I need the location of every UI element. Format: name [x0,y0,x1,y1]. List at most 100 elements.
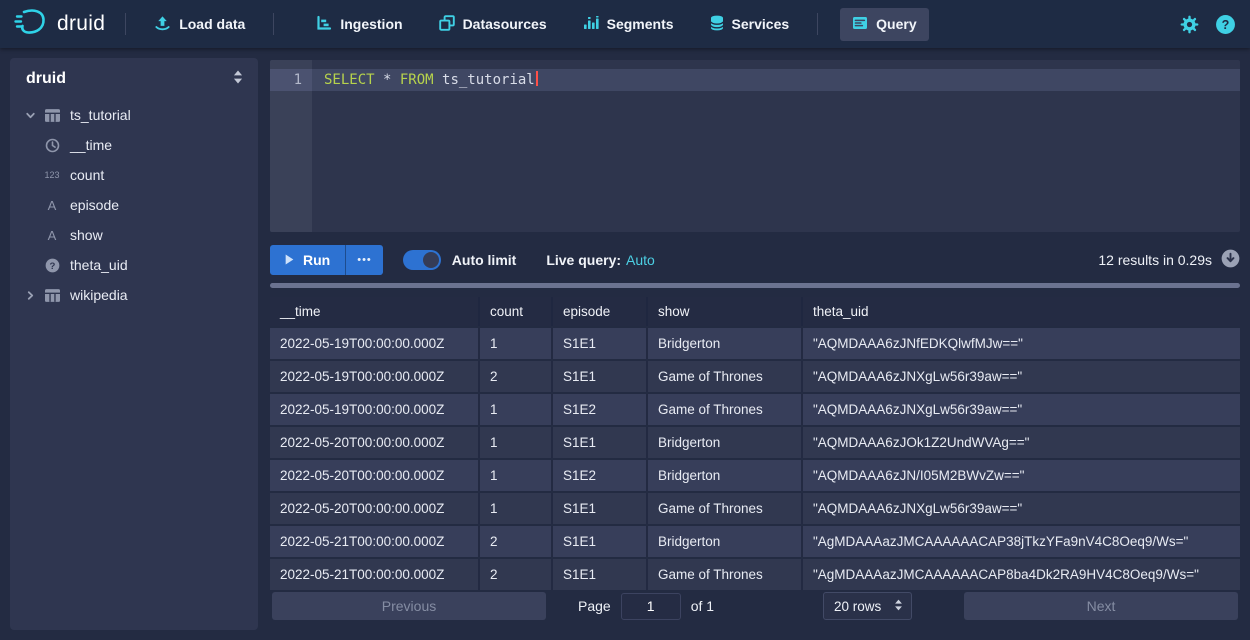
help-icon[interactable]: ? [1215,14,1236,35]
table-cell[interactable]: 1 [480,460,553,491]
table-cell[interactable]: S1E1 [553,559,648,590]
table-cell[interactable]: 2022-05-19T00:00:00.000Z [270,328,480,359]
tree-label: wikipedia [70,287,128,303]
table-cell[interactable]: 2022-05-19T00:00:00.000Z [270,394,480,425]
page-total-label: of 1 [691,598,714,614]
table-cell[interactable]: 2 [480,559,553,590]
table-row: 2022-05-21T00:00:00.000Z2S1E1Game of Thr… [270,559,1240,590]
results-summary: 12 results in 0.29s [1098,249,1240,271]
download-icon[interactable] [1221,249,1240,271]
auto-limit-toggle[interactable] [403,250,441,270]
table-body: 2022-05-19T00:00:00.000Z1S1E1Bridgerton"… [270,328,1240,590]
table-cell[interactable]: "AgMDAAAazJMCAAAAAACAP38jTkzYFa9nV4C8Oeq… [803,526,1240,557]
run-button[interactable]: Run [270,245,346,275]
table-cell[interactable]: S1E1 [553,361,648,392]
table-cell[interactable]: Game of Thrones [648,493,803,524]
nav-item-datasources[interactable]: Datasources [427,8,559,41]
sort-icon[interactable] [232,70,244,89]
table-row: 2022-05-20T00:00:00.000Z1S1E1Bridgerton"… [270,427,1240,458]
sidebar-item-show[interactable]: A show [10,220,258,250]
tree-label: theta_uid [70,257,128,273]
column-header-count[interactable]: count [480,297,553,326]
upload-icon [154,15,171,34]
table-cell[interactable]: Game of Thrones [648,394,803,425]
nav-item-label: Services [732,16,790,32]
brand-wordmark: druid [57,12,105,36]
live-query-value[interactable]: Auto [626,252,655,268]
sidebar-item-ts-tutorial[interactable]: ts_tutorial [10,100,258,130]
column-header-theta-uid[interactable]: theta_uid [803,297,1240,326]
table-cell[interactable]: Bridgerton [648,460,803,491]
nav-item-label: Load data [179,16,245,32]
table-cell[interactable]: "AQMDAAA6zJNXgLw56r39aw==" [803,361,1240,392]
tree-label: __time [70,137,112,153]
text-cursor [536,71,538,86]
nav-item-label: Segments [607,16,674,32]
nav-item-segments[interactable]: Segments [571,8,686,41]
table-cell[interactable]: 2022-05-21T00:00:00.000Z [270,559,480,590]
table-cell[interactable]: 2022-05-21T00:00:00.000Z [270,526,480,557]
sql-keyword: SELECT [324,72,375,88]
table-cell[interactable]: 2022-05-20T00:00:00.000Z [270,460,480,491]
panel-resize-handle[interactable] [270,283,1240,288]
table-icon [40,109,64,122]
table-cell[interactable]: Game of Thrones [648,559,803,590]
sidebar-item-theta-uid[interactable]: ? theta_uid [10,250,258,280]
nav-item-query[interactable]: Query [840,8,928,41]
table-cell[interactable]: S1E2 [553,460,648,491]
unknown-type-icon: ? [40,258,64,273]
previous-page-button[interactable]: Previous [272,592,546,620]
number-type-icon: 123 [40,170,64,180]
sidebar-item-count[interactable]: 123 count [10,160,258,190]
table-cell[interactable]: 2022-05-20T00:00:00.000Z [270,493,480,524]
column-header-time[interactable]: __time [270,297,480,326]
sidebar-item-time[interactable]: __time [10,130,258,160]
table-cell[interactable]: 1 [480,493,553,524]
table-cell[interactable]: 1 [480,427,553,458]
nav-item-ingestion[interactable]: Ingestion [304,8,414,41]
table-cell[interactable]: Bridgerton [648,328,803,359]
nav-item-services[interactable]: Services [698,8,802,41]
table-cell[interactable]: S1E1 [553,328,648,359]
table-cell[interactable]: S1E1 [553,427,648,458]
table-cell[interactable]: S1E1 [553,526,648,557]
table-cell[interactable]: "AQMDAAA6zJNXgLw56r39aw==" [803,394,1240,425]
table-cell[interactable]: 1 [480,394,553,425]
next-page-button[interactable]: Next [964,592,1238,620]
datasources-icon [439,15,455,34]
tree-label: count [70,167,104,183]
table-cell[interactable]: Bridgerton [648,526,803,557]
table-cell[interactable]: "AgMDAAAazJMCAAAAAACAP8ba4Dk2RA9HV4C8Oeq… [803,559,1240,590]
run-more-button[interactable]: ••• [346,245,383,275]
sidebar-item-episode[interactable]: A episode [10,190,258,220]
table-cell[interactable]: Bridgerton [648,427,803,458]
sql-editor[interactable]: 1 SELECT * FROM ts_tutorial [270,60,1240,232]
rows-per-page-select[interactable]: 20 rows [823,592,912,620]
sql-query-text[interactable]: SELECT * FROM ts_tutorial [324,69,538,91]
table-cell[interactable]: S1E2 [553,394,648,425]
table-cell[interactable]: 2022-05-19T00:00:00.000Z [270,361,480,392]
table-cell[interactable]: Game of Thrones [648,361,803,392]
nav-item-label: Datasources [463,16,547,32]
table-cell[interactable]: 2022-05-20T00:00:00.000Z [270,427,480,458]
page-number-input[interactable] [621,593,681,620]
table-cell[interactable]: "AQMDAAA6zJNfEDKQlwfMJw==" [803,328,1240,359]
gear-icon[interactable] [1179,14,1200,35]
column-header-show[interactable]: show [648,297,803,326]
table-cell[interactable]: "AQMDAAA6zJNXgLw56r39aw==" [803,493,1240,524]
druid-logo[interactable]: druid [14,7,105,42]
column-header-episode[interactable]: episode [553,297,648,326]
table-cell[interactable]: S1E1 [553,493,648,524]
sql-keyword: FROM [400,72,434,88]
sidebar-item-wikipedia[interactable]: wikipedia [10,280,258,310]
chevron-right-icon[interactable] [20,290,40,301]
table-cell[interactable]: "AQMDAAA6zJOk1Z2UndWVAg==" [803,427,1240,458]
line-number: 1 [270,69,302,91]
table-cell[interactable]: 2 [480,361,553,392]
nav-item-load-data[interactable]: Load data [142,8,257,41]
table-cell[interactable]: 1 [480,328,553,359]
results-table: __time count episode show theta_uid 2022… [270,297,1240,590]
table-cell[interactable]: 2 [480,526,553,557]
chevron-down-icon[interactable] [20,110,40,121]
table-cell[interactable]: "AQMDAAA6zJN/I05M2BWvZw==" [803,460,1240,491]
